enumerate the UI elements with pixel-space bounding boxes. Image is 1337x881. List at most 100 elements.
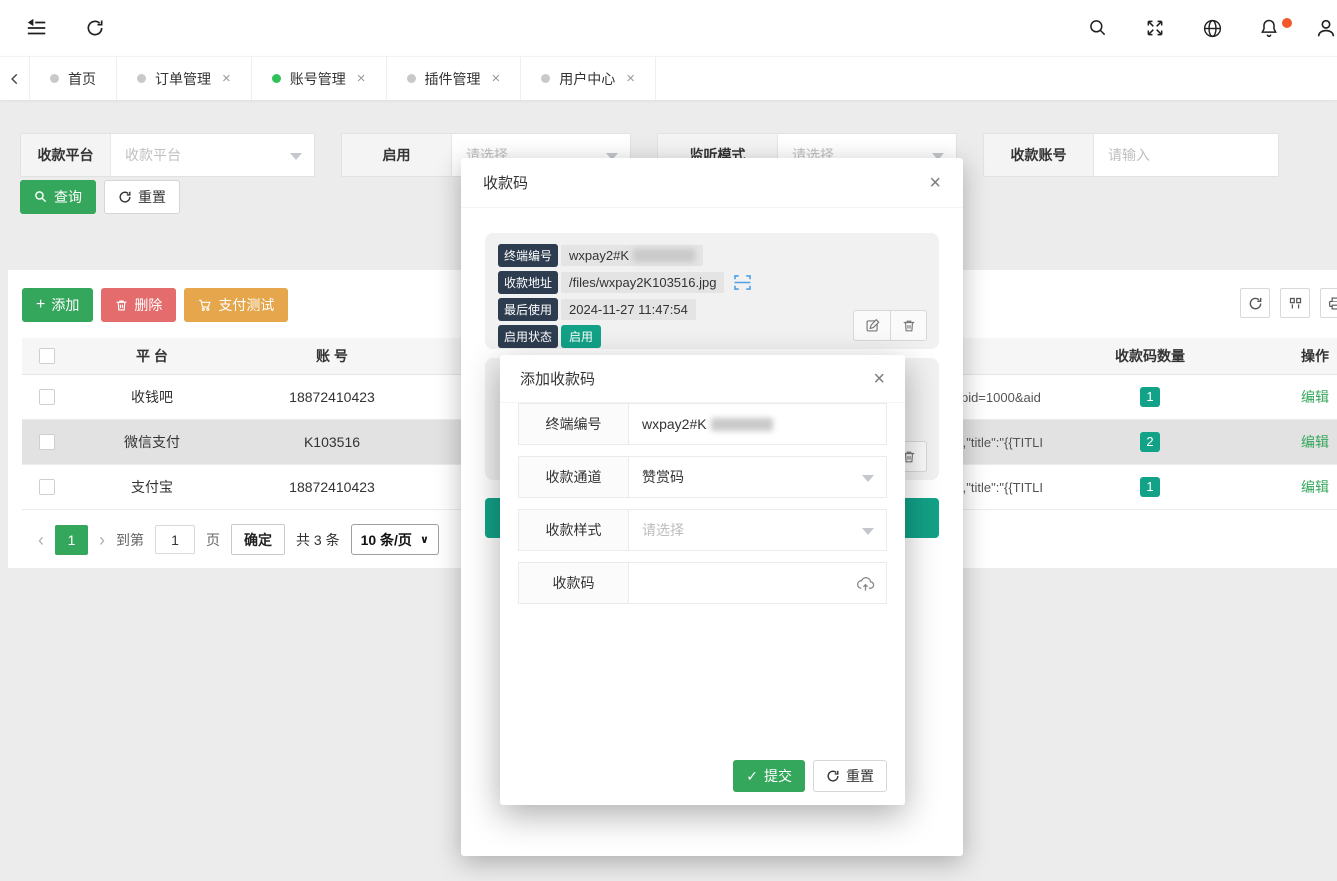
channel-field-row: 收款通道 赞赏码	[518, 456, 887, 498]
edit-link[interactable]: 编辑	[1301, 434, 1329, 450]
modal-reset-button[interactable]: 重置	[813, 760, 887, 792]
close-icon[interactable]: ×	[929, 173, 941, 193]
delete-button[interactable]: 删除	[101, 288, 176, 322]
tab-label: 订单管理	[155, 69, 211, 89]
filter-platform-label: 收款平台	[21, 134, 111, 176]
chevron-down-icon	[862, 528, 874, 535]
confirm-page-button[interactable]: 确定	[231, 524, 285, 555]
tab-label: 插件管理	[425, 69, 481, 89]
terminal-field-label: 终端编号	[519, 404, 629, 444]
tab-dot	[272, 74, 281, 83]
row-checkbox[interactable]	[39, 479, 55, 495]
tab-usercenter[interactable]: 用户中心 ×	[521, 57, 656, 100]
next-page-icon[interactable]: ›	[99, 531, 105, 549]
edit-link[interactable]: 编辑	[1301, 389, 1329, 405]
upload-cloud-icon[interactable]	[856, 575, 875, 592]
add-qrcode-modal: 添加收款码 × 终端编号 wxpay2#K 收款通道 赞赏码 收款样式 请选择 …	[500, 355, 905, 805]
add-label: 添加	[51, 295, 79, 315]
row-checkbox[interactable]	[39, 434, 55, 450]
globe-icon[interactable]	[1201, 17, 1223, 39]
plus-icon: +	[36, 296, 45, 314]
reset-button[interactable]: 重置	[104, 180, 180, 214]
cell-account: K103516	[232, 434, 432, 450]
terminal-field-value: wxpay2#K	[642, 416, 707, 432]
cell-platform: 收钱吧	[72, 387, 232, 407]
header-platform: 平 台	[72, 346, 232, 366]
search-icon[interactable]	[1087, 17, 1109, 39]
cart-icon	[198, 298, 212, 312]
table-columns-icon[interactable]	[1280, 288, 1310, 318]
tabs-scroll-left-icon[interactable]	[0, 57, 30, 100]
code-field-input[interactable]	[629, 563, 886, 603]
page-size-value: 10 条/页	[361, 530, 412, 550]
terminal-value: wxpay2#K	[561, 245, 703, 266]
fullscreen-icon[interactable]	[1144, 17, 1166, 39]
table-refresh-icon[interactable]	[1240, 288, 1270, 318]
add-modal-footer: ✓ 提交 重置	[500, 760, 905, 805]
add-button[interactable]: + 添加	[22, 288, 93, 322]
tab-accounts[interactable]: 账号管理 ×	[252, 57, 387, 100]
select-all-checkbox[interactable]	[39, 348, 55, 364]
filter-platform-placeholder: 收款平台	[125, 145, 181, 165]
chevron-down-icon	[290, 153, 302, 160]
filter-account-input[interactable]: 请输入	[1094, 134, 1278, 176]
code-field-label: 收款码	[519, 563, 629, 603]
header-account: 账 号	[232, 346, 432, 366]
collapse-menu-icon[interactable]	[26, 17, 48, 39]
filter-account: 收款账号 请输入	[983, 133, 1279, 177]
refresh-icon[interactable]	[84, 17, 106, 39]
filter-platform: 收款平台 收款平台	[20, 133, 315, 177]
tab-close-icon[interactable]: ×	[222, 70, 231, 87]
tab-close-icon[interactable]: ×	[357, 70, 366, 87]
prev-page-icon[interactable]: ‹	[38, 531, 44, 549]
close-icon[interactable]: ×	[873, 369, 885, 389]
page-size-select[interactable]: 10 条/页 ∨	[351, 524, 439, 555]
trash-icon	[115, 299, 128, 312]
style-field-row: 收款样式 请选择	[518, 509, 887, 551]
terminal-field-input[interactable]: wxpay2#K	[629, 404, 886, 444]
edit-qrcode-button[interactable]	[853, 310, 890, 341]
user-icon[interactable]	[1315, 17, 1337, 39]
cell-account: 18872410423	[232, 389, 432, 405]
cell-platform: 支付宝	[72, 477, 232, 497]
tab-orders[interactable]: 订单管理 ×	[117, 57, 252, 100]
goto-label: 到第	[116, 530, 144, 550]
submit-button[interactable]: ✓ 提交	[733, 760, 805, 792]
scan-preview-icon[interactable]	[734, 275, 751, 290]
tab-dot	[137, 74, 146, 83]
tab-dot	[50, 74, 59, 83]
total-label: 共 3 条	[296, 530, 340, 550]
filter-platform-select[interactable]: 收款平台	[111, 134, 314, 176]
table-export-icon[interactable]	[1320, 288, 1337, 318]
edit-link[interactable]: 编辑	[1301, 479, 1329, 495]
qrcount-badge: 2	[1140, 432, 1160, 452]
current-page-button[interactable]: 1	[55, 525, 88, 555]
check-icon: ✓	[746, 768, 758, 785]
reset-label: 重置	[138, 187, 166, 207]
tab-close-icon[interactable]: ×	[492, 70, 501, 87]
query-button[interactable]: 查询	[20, 180, 96, 214]
chevron-down-icon	[862, 475, 874, 482]
style-field-select[interactable]: 请选择	[629, 510, 886, 550]
header-qrcount: 收款码数量	[1070, 346, 1230, 366]
style-field-label: 收款样式	[519, 510, 629, 550]
card-actions	[853, 310, 927, 341]
delete-qrcode-button[interactable]	[890, 310, 927, 341]
row-checkbox[interactable]	[39, 389, 55, 405]
tab-home[interactable]: 首页	[30, 57, 117, 100]
bell-icon[interactable]	[1258, 17, 1280, 39]
qrcode-modal-title: 收款码	[483, 172, 528, 193]
qrcount-badge: 1	[1140, 387, 1160, 407]
channel-field-select[interactable]: 赞赏码	[629, 457, 886, 497]
cell-platform: 微信支付	[72, 432, 232, 452]
status-label: 启用状态	[498, 325, 558, 348]
pay-test-button[interactable]: 支付测试	[184, 288, 288, 322]
address-label: 收款地址	[498, 271, 558, 294]
code-field-row: 收款码	[518, 562, 887, 604]
refresh-icon	[826, 769, 840, 783]
tab-close-icon[interactable]: ×	[626, 70, 635, 87]
pay-test-label: 支付测试	[218, 295, 274, 315]
tab-plugins[interactable]: 插件管理 ×	[387, 57, 522, 100]
filter-account-placeholder: 请输入	[1108, 145, 1150, 165]
page-number-input[interactable]: 1	[155, 525, 195, 554]
